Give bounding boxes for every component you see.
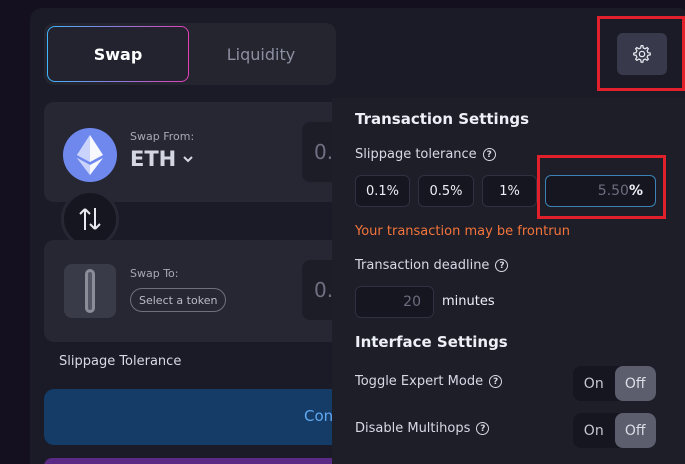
bottom-accent-bar — [44, 458, 344, 464]
expert-mode-toggle[interactable]: On Off — [573, 366, 656, 401]
token-placeholder-icon — [64, 264, 116, 318]
multihop-toggle[interactable]: On Off — [573, 413, 656, 448]
connect-button-label: Con — [304, 407, 334, 425]
select-token-button[interactable]: Select a token — [130, 288, 227, 312]
swap-to-card: Swap To: Select a token 0. — [44, 240, 362, 342]
slippage-tolerance-label: Slippage Tolerance — [59, 354, 182, 369]
toggle-off-option[interactable]: Off — [614, 413, 656, 448]
slippage-preset-0-1[interactable]: 0.1% — [355, 175, 410, 207]
transaction-deadline-text: Transaction deadline — [355, 258, 490, 273]
token-selector-from[interactable]: ETH — [130, 147, 194, 171]
info-icon[interactable]: ? — [489, 375, 503, 388]
tab-swap[interactable]: Swap — [47, 26, 189, 82]
expert-mode-text: Toggle Expert Mode — [355, 374, 484, 389]
info-icon[interactable]: ? — [495, 259, 509, 272]
slippage-tolerance-text: Slippage tolerance — [355, 147, 477, 162]
swap-to-label: Swap To: — [130, 267, 179, 280]
frontrun-warning: Your transaction may be frontrun — [355, 224, 571, 239]
swap-from-label: Swap From: — [130, 130, 195, 143]
deadline-input[interactable]: 20 — [355, 286, 434, 318]
eth-icon — [63, 128, 117, 182]
interface-settings-title: Interface Settings — [355, 333, 508, 351]
transaction-deadline-row: Transaction deadline ? — [355, 258, 509, 273]
slippage-tolerance-row: Slippage tolerance ? — [355, 147, 496, 162]
deadline-unit-label: minutes — [442, 294, 495, 309]
tab-liquidity[interactable]: Liquidity — [190, 26, 332, 82]
info-icon[interactable]: ? — [476, 422, 490, 435]
info-icon[interactable]: ? — [482, 148, 496, 161]
connect-wallet-button[interactable]: Con — [44, 389, 344, 445]
expert-mode-row: Toggle Expert Mode ? — [355, 374, 503, 389]
swap-from-card: Swap From: ETH 0. — [44, 102, 362, 202]
slippage-preset-0-5[interactable]: 0.5% — [418, 175, 474, 207]
chevron-down-icon — [183, 156, 193, 163]
transaction-settings-title: Transaction Settings — [355, 110, 530, 128]
toggle-off-option[interactable]: Off — [614, 366, 656, 401]
toggle-on-option[interactable]: On — [573, 413, 615, 448]
swap-liquidity-tabs: Swap Liquidity — [44, 23, 336, 85]
toggle-on-option[interactable]: On — [573, 366, 615, 401]
highlight-box-settings — [597, 16, 685, 91]
multihop-text: Disable Multihops — [355, 421, 471, 436]
token-symbol: ETH — [130, 147, 177, 171]
swap-arrows-icon — [79, 208, 101, 230]
slippage-preset-1[interactable]: 1% — [482, 175, 537, 207]
multihop-row: Disable Multihops ? — [355, 421, 490, 436]
highlight-box-slippage — [537, 155, 666, 219]
